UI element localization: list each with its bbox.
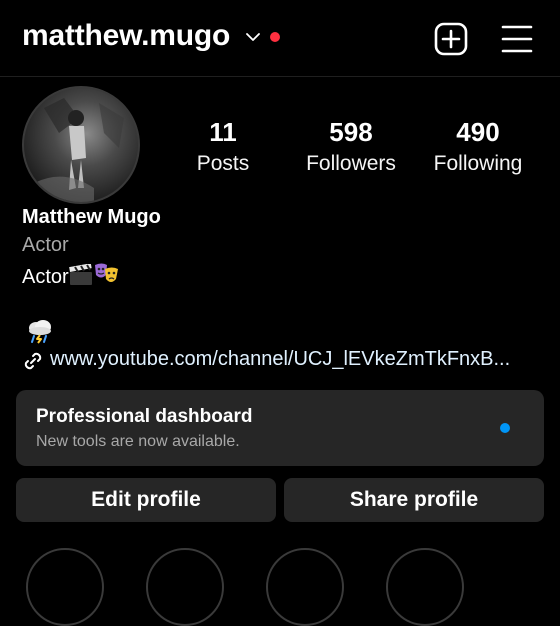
bio-text: Actor bbox=[22, 262, 119, 289]
dashboard-subtitle: New tools are now available. bbox=[36, 433, 240, 450]
theater-masks-icon bbox=[94, 263, 118, 282]
followers-label: Followers bbox=[306, 152, 396, 175]
posts-label: Posts bbox=[196, 152, 250, 175]
following-label: Following bbox=[433, 152, 523, 175]
followers-stat[interactable]: 598 Followers bbox=[291, 118, 411, 176]
menu-icon[interactable] bbox=[500, 22, 534, 56]
posts-count: 11 bbox=[209, 117, 237, 147]
bio-line: Actor bbox=[22, 266, 69, 288]
display-name: Matthew Mugo bbox=[22, 206, 161, 228]
link-icon bbox=[24, 352, 42, 370]
profile-header: matthew.mugo bbox=[0, 0, 560, 77]
notification-dot bbox=[270, 32, 280, 42]
clapperboard-icon bbox=[68, 264, 92, 285]
edit-profile-button[interactable]: Edit profile bbox=[16, 478, 276, 522]
chevron-down-icon[interactable] bbox=[245, 30, 261, 44]
avatar-photo bbox=[34, 98, 124, 202]
cloud-rain-icon bbox=[29, 320, 51, 344]
profile-link[interactable]: www.youtube.com/channel/UCJ_lEVkeZmTkFnx… bbox=[22, 348, 542, 374]
profile-avatar[interactable] bbox=[22, 86, 140, 204]
professional-dashboard-card[interactable]: Professional dashboard New tools are now… bbox=[16, 390, 544, 466]
dashboard-title: Professional dashboard bbox=[36, 406, 253, 427]
share-profile-button[interactable]: Share profile bbox=[284, 478, 544, 522]
profile-category: Actor bbox=[22, 234, 69, 256]
posts-stat[interactable]: 11 Posts bbox=[163, 118, 283, 176]
following-stat[interactable]: 490 Following bbox=[418, 118, 538, 176]
followers-count: 598 bbox=[329, 117, 373, 147]
new-indicator-dot bbox=[500, 423, 510, 433]
profile-link-text[interactable]: www.youtube.com/channel/UCJ_lEVkeZmTkFnx… bbox=[50, 348, 510, 371]
create-post-icon[interactable] bbox=[434, 22, 468, 56]
username-switcher[interactable]: matthew.mugo bbox=[22, 19, 230, 53]
following-count: 490 bbox=[456, 117, 500, 147]
